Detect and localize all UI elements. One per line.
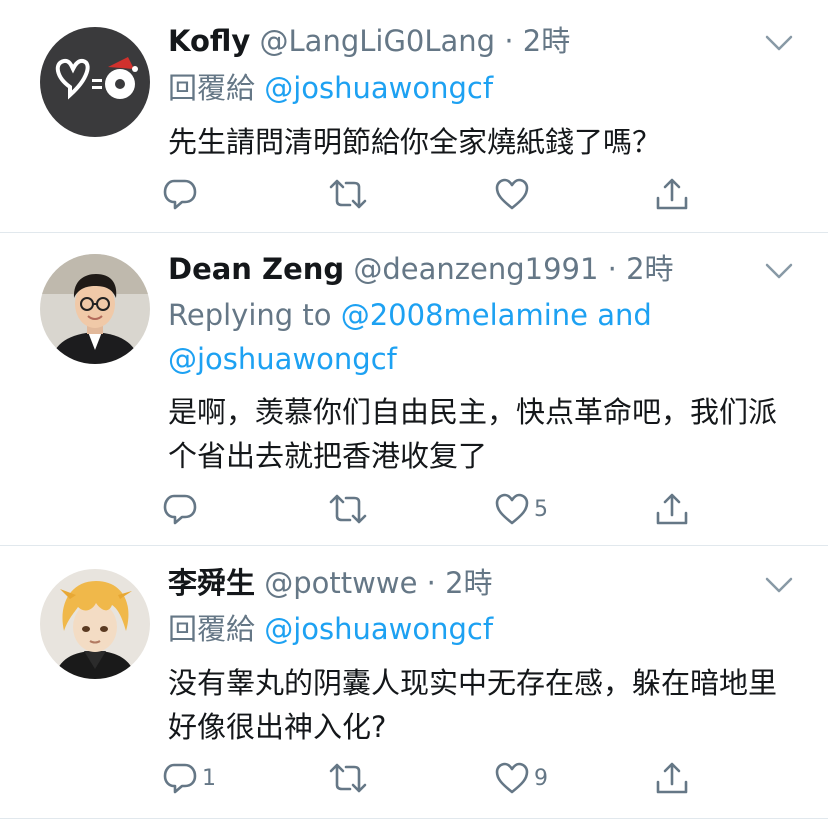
user-name[interactable]: Dean Zeng bbox=[168, 252, 344, 286]
retweet-icon bbox=[329, 763, 367, 793]
retweet-button[interactable] bbox=[328, 489, 372, 529]
share-button[interactable] bbox=[654, 174, 690, 214]
reply-context: 回覆給 @joshuawongcf bbox=[168, 607, 788, 651]
share-button[interactable] bbox=[654, 489, 690, 529]
time-separator: · bbox=[426, 566, 436, 600]
reply-mention-2[interactable]: @joshuawongcf bbox=[168, 337, 788, 381]
share-icon bbox=[656, 178, 688, 210]
like-icon bbox=[495, 762, 529, 794]
like-icon bbox=[495, 178, 529, 210]
reply-button[interactable] bbox=[162, 174, 202, 214]
like-icon bbox=[495, 493, 529, 525]
reply-mention[interactable]: @joshuawongcf bbox=[264, 612, 493, 646]
tweet[interactable]: Dean Zeng @deanzeng1991 · 2時 Replying to… bbox=[0, 233, 828, 545]
share-icon bbox=[656, 762, 688, 794]
like-button[interactable] bbox=[494, 174, 534, 214]
timestamp[interactable]: 2時 bbox=[626, 252, 673, 286]
reply-prefix: 回覆給 bbox=[168, 612, 256, 646]
tweet-actions bbox=[160, 174, 720, 214]
share-button[interactable] bbox=[654, 758, 690, 798]
reply-icon bbox=[163, 763, 197, 794]
tweet-text: 是啊，羡慕你们自由民主，快点革命吧，我们派个省出去就把香港收复了 bbox=[168, 395, 778, 473]
reply-context: 回覆給 @joshuawongcf bbox=[168, 66, 788, 110]
like-button[interactable]: 5 bbox=[494, 489, 548, 529]
reply-count: 1 bbox=[202, 765, 216, 791]
avatar[interactable] bbox=[40, 254, 150, 364]
chevron-down-icon[interactable] bbox=[764, 574, 794, 596]
tweet-actions: 1 9 bbox=[160, 758, 720, 798]
chevron-down-icon[interactable] bbox=[764, 260, 794, 282]
user-name[interactable]: Kofly bbox=[168, 24, 250, 58]
user-handle[interactable]: @deanzeng1991 bbox=[353, 252, 598, 286]
reply-prefix: Replying to bbox=[168, 298, 332, 332]
time-separator: · bbox=[607, 252, 617, 286]
avatar[interactable] bbox=[40, 27, 150, 137]
share-icon bbox=[656, 493, 688, 525]
user-handle[interactable]: @pottwwe bbox=[264, 566, 417, 600]
reply-icon bbox=[163, 179, 197, 210]
divider bbox=[0, 818, 828, 819]
reply-mention[interactable]: @2008melamine and bbox=[341, 298, 652, 332]
tweet[interactable]: Kofly @LangLiG0Lang · 2時 回覆給 @joshuawong… bbox=[0, 0, 828, 232]
reply-button[interactable]: 1 bbox=[162, 758, 216, 798]
like-count: 9 bbox=[534, 765, 548, 791]
tweet[interactable]: 李舜生 @pottwwe · 2時 回覆給 @joshuawongcf 没有睾丸… bbox=[0, 546, 828, 820]
reply-button[interactable] bbox=[162, 489, 202, 529]
reply-mention[interactable]: @joshuawongcf bbox=[264, 71, 493, 105]
reply-context: Replying to @2008melamine and @joshuawon… bbox=[168, 293, 788, 381]
retweet-icon bbox=[329, 494, 367, 524]
user-handle[interactable]: @LangLiG0Lang bbox=[260, 24, 496, 58]
reply-icon bbox=[163, 494, 197, 525]
tweet-text: 没有睾丸的阴囊人现实中无存在感，躲在暗地里好像很出神入化? bbox=[168, 666, 778, 744]
retweet-icon bbox=[329, 179, 367, 209]
chevron-down-icon[interactable] bbox=[764, 32, 794, 54]
tweet-text: 先生請問清明節給你全家燒紙錢了嗎？ bbox=[168, 125, 662, 159]
timestamp[interactable]: 2時 bbox=[445, 566, 492, 600]
reply-prefix: 回覆給 bbox=[168, 71, 256, 105]
user-name[interactable]: 李舜生 bbox=[168, 566, 255, 600]
avatar-image bbox=[40, 254, 150, 364]
retweet-button[interactable] bbox=[328, 174, 372, 214]
avatar[interactable] bbox=[40, 569, 150, 679]
like-count: 5 bbox=[534, 496, 548, 522]
retweet-button[interactable] bbox=[328, 758, 372, 798]
tweet-actions: 5 bbox=[160, 489, 720, 529]
avatar-image bbox=[40, 27, 150, 137]
time-separator: · bbox=[504, 24, 514, 58]
avatar-image bbox=[40, 569, 150, 679]
timestamp[interactable]: 2時 bbox=[523, 24, 570, 58]
like-button[interactable]: 9 bbox=[494, 758, 548, 798]
